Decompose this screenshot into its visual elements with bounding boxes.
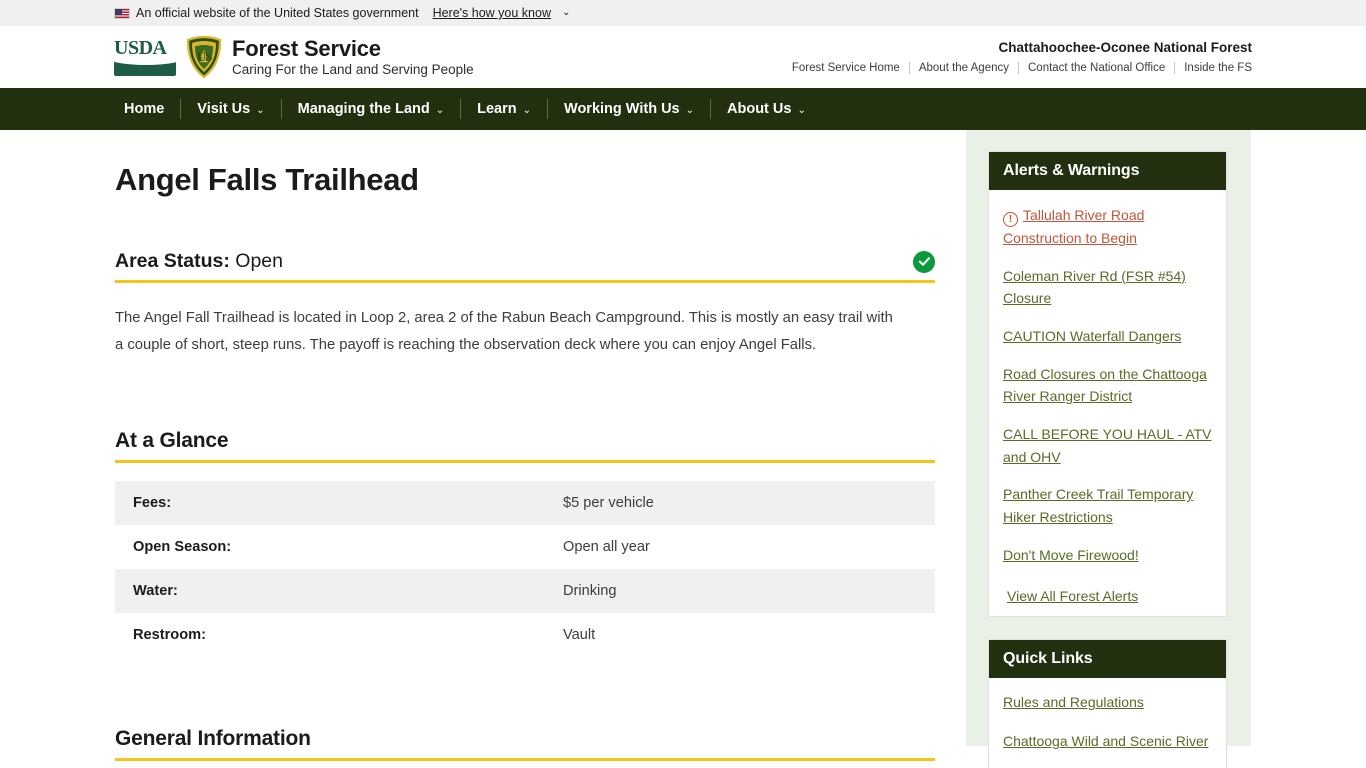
quick-links-title: Quick Links xyxy=(989,640,1226,679)
alert-link[interactable]: Road Closures on the Chattooga River Ran… xyxy=(1003,366,1207,405)
alerts-widget-title: Alerts & Warnings xyxy=(989,152,1226,190)
area-status-value: Open xyxy=(235,250,283,272)
main-content: Angel Falls Trailhead Area Status: Open … xyxy=(0,130,966,761)
table-cell-key: Restroom: xyxy=(133,626,206,643)
area-status-label: Area Status: xyxy=(115,250,230,272)
nav-item-label: Learn xyxy=(477,101,517,117)
site-title: Forest Service xyxy=(232,36,381,62)
table-cell-value: Vault xyxy=(563,626,596,643)
quick-links-widget: Quick Links Rules and Regulations Chatto… xyxy=(988,639,1227,768)
page-title: Angel Falls Trailhead xyxy=(115,162,419,197)
table-cell-value: Drinking xyxy=(563,582,617,599)
nav-item-working-with-us[interactable]: Working With Us ⌄ xyxy=(548,88,710,130)
alert-item[interactable]: CAUTION Waterfall Dangers xyxy=(1003,325,1212,348)
chevron-down-icon: ⌄ xyxy=(522,104,532,116)
nav-item-label: Managing the Land xyxy=(297,101,430,117)
quick-link[interactable]: Rules and Regulations xyxy=(1003,694,1144,710)
chevron-down-icon: ⌄ xyxy=(685,104,695,116)
nav-item-label: Working With Us xyxy=(564,101,680,117)
nav-item-managing-the-land[interactable]: Managing the Land ⌄ xyxy=(282,88,461,130)
table-row: Fees: $5 per vehicle xyxy=(115,480,935,525)
chevron-down-icon: ⌄ xyxy=(256,104,265,116)
shield-us-text: US xyxy=(196,49,213,64)
alert-link[interactable]: Don't Move Firewood! xyxy=(1003,547,1139,563)
chevron-down-icon[interactable]: ⌄ xyxy=(562,7,570,18)
nav-item-visit-us[interactable]: Visit Us ⌄ xyxy=(181,88,280,130)
nav-item-label: About Us xyxy=(727,101,792,117)
alert-link[interactable]: Panther Creek Trail Temporary Hiker Rest… xyxy=(1003,486,1193,525)
alert-item[interactable]: Coleman River Rd (FSR #54) Closure xyxy=(1003,265,1212,310)
chevron-down-icon: ⌄ xyxy=(435,104,445,116)
table-cell-key: Fees: xyxy=(133,494,172,511)
alerts-and-warnings-widget: Alerts & Warnings ! Tallulah River Road C… xyxy=(988,151,1227,618)
quick-link[interactable]: Chattooga Wild and Scenic River xyxy=(1003,733,1208,749)
table-cell-key: Open Season: xyxy=(133,538,232,555)
alert-item[interactable]: Don't Move Firewood! xyxy=(1003,544,1212,567)
table-row: Open Season: Open all year xyxy=(115,525,935,569)
alert-link[interactable]: CALL BEFORE YOU HAUL - ATV and OHV xyxy=(1003,426,1212,465)
table-cell-value: Open all year xyxy=(563,538,650,555)
util-link-forest-service-home[interactable]: Forest Service Home xyxy=(792,62,909,74)
quick-link-item[interactable]: Rules and Regulations xyxy=(1003,692,1212,713)
alert-link[interactable]: Tallulah River Road Construction to Begi… xyxy=(1003,207,1144,246)
page-body: Angel Falls Trailhead Area Status: Open … xyxy=(0,130,1366,768)
gov-banner-text: An official website of the United States… xyxy=(136,6,419,20)
nav-item-about-us[interactable]: About Us ⌄ xyxy=(711,88,822,130)
alert-link[interactable]: Coleman River Rd (FSR #54) Closure xyxy=(1003,268,1186,307)
util-link-contact-national-office[interactable]: Contact the National Office xyxy=(1019,62,1174,74)
util-link-about-the-agency[interactable]: About the Agency xyxy=(910,62,1018,74)
util-link-inside-the-fs[interactable]: Inside the FS xyxy=(1175,62,1252,74)
general-information-title: General Information xyxy=(115,727,935,761)
usda-logo[interactable]: USDA xyxy=(114,37,176,77)
alert-item[interactable]: Road Closures on the Chattooga River Ran… xyxy=(1003,363,1212,408)
area-status-section: Area Status: Open xyxy=(115,250,935,283)
site-masthead: USDA US Forest Service Caring For the La… xyxy=(0,26,1366,88)
alert-item[interactable]: Panther Creek Trail Temporary Hiker Rest… xyxy=(1003,483,1212,528)
alert-link[interactable]: CAUTION Waterfall Dangers xyxy=(1003,328,1181,344)
sidebar: Alerts & Warnings ! Tallulah River Road C… xyxy=(966,130,1251,768)
table-row: Water: Drinking xyxy=(115,568,935,613)
quick-link-item[interactable]: Chattooga Wild and Scenic River xyxy=(1003,731,1212,752)
area-status-line: Area Status: Open xyxy=(115,250,283,273)
heres-how-you-know-toggle[interactable]: Here's how you know xyxy=(433,6,551,20)
us-flag-icon xyxy=(114,7,130,19)
brand-lockup[interactable]: USDA US Forest Service Caring For the La… xyxy=(114,35,474,79)
table-cell-key: Water: xyxy=(133,582,178,599)
alert-item[interactable]: ! Tallulah River Road Construction to Beg… xyxy=(1003,204,1212,250)
usda-wordmark: USDA xyxy=(114,37,167,59)
check-circle-icon xyxy=(913,250,935,273)
alert-item[interactable]: CALL BEFORE YOU HAUL - ATV and OHV xyxy=(1003,423,1212,468)
view-all-alerts-link[interactable]: View All Forest Alerts xyxy=(1007,588,1138,604)
table-row: Restroom: Vault xyxy=(115,613,935,657)
chevron-down-icon: ⌄ xyxy=(797,104,806,116)
area-description: The Angel Fall Trailhead is located in L… xyxy=(115,310,893,353)
at-a-glance-table: Fees: $5 per vehicle Open Season: Open a… xyxy=(115,480,935,657)
view-all-alerts[interactable]: View All Forest Alerts xyxy=(1003,588,1212,604)
main-navigation: Home Visit Us ⌄ Managing the Land ⌄ Lear… xyxy=(0,88,1366,130)
gov-banner: An official website of the United States… xyxy=(0,0,1366,26)
nav-item-home[interactable]: Home xyxy=(114,88,180,130)
site-tagline: Caring For the Land and Serving People xyxy=(232,62,474,78)
forest-name: Chattahoochee-Oconee National Forest xyxy=(998,40,1252,55)
nav-item-learn[interactable]: Learn ⌄ xyxy=(461,88,547,130)
table-cell-value: $5 per vehicle xyxy=(563,494,654,511)
forest-service-shield-icon[interactable]: US xyxy=(186,35,222,79)
nav-item-label: Visit Us xyxy=(197,101,251,117)
heres-how-you-know-label: Here's how you know xyxy=(432,6,551,20)
alert-exclamation-icon: ! xyxy=(1003,212,1018,227)
utility-nav: Forest Service Home About the Agency Con… xyxy=(792,62,1252,74)
nav-item-label: Home xyxy=(124,101,165,117)
usda-swoosh-graphic xyxy=(114,59,176,76)
at-a-glance-title: At a Glance xyxy=(115,429,935,463)
